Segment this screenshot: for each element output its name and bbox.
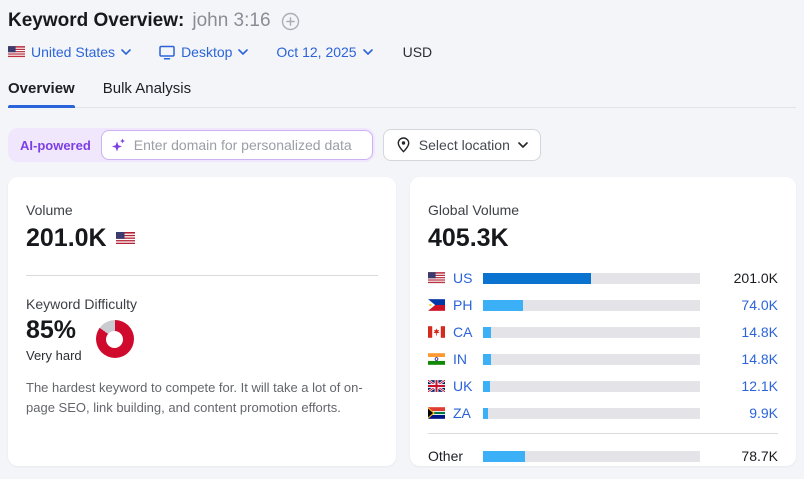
global-volume-label: Global Volume <box>428 202 520 218</box>
date-selector[interactable]: Oct 12, 2025 <box>276 44 373 60</box>
metrics-cards: Volume 201.0K Keyword Difficulty 85% Ver… <box>8 177 796 466</box>
currency-label: USD <box>402 44 433 60</box>
other-volume-value: 78.7K <box>741 448 778 464</box>
other-label: Other <box>428 448 464 464</box>
volume-bar-fill <box>483 380 490 392</box>
country-link-us[interactable]: US <box>453 270 483 286</box>
country-volume-value: 14.8K <box>741 351 778 367</box>
kd-donut-chart <box>95 320 134 358</box>
kd-donut-hole <box>106 330 124 348</box>
page-title: Keyword Overview: <box>8 10 185 31</box>
add-keyword-icon[interactable] <box>281 12 300 31</box>
country-row-za: ZA 9.9K <box>428 403 778 423</box>
ph-flag-icon <box>428 299 445 311</box>
volume-value: 201.0K <box>26 224 378 253</box>
chevron-down-icon <box>238 49 249 55</box>
volume-bar-fill <box>483 450 526 462</box>
kd-level: Very hard <box>26 348 82 363</box>
ai-powered-pill: AI-powered <box>8 128 375 162</box>
us-flag-icon <box>115 232 135 245</box>
global-volume-card: Global Volume 405.3K US 201.0K PH 74.0K … <box>410 177 796 466</box>
domain-input[interactable] <box>100 130 373 160</box>
country-selector[interactable]: United States <box>8 44 131 60</box>
volume-bar-track <box>483 272 700 284</box>
country-link-za[interactable]: ZA <box>453 405 483 421</box>
us-flag-icon <box>428 272 445 284</box>
country-volume-value: 74.0K <box>741 297 778 313</box>
select-location-label: Select location <box>418 137 510 153</box>
in-flag-icon <box>428 353 445 365</box>
global-volume-value: 405.3K <box>428 224 509 252</box>
volume-bar-fill <box>483 326 492 338</box>
country-row-ph: PH 74.0K <box>428 295 778 315</box>
volume-bar-track <box>483 407 700 419</box>
location-pin-icon <box>397 137 410 153</box>
other-divider <box>428 433 778 434</box>
desktop-icon <box>159 45 175 60</box>
country-link-ph[interactable]: PH <box>453 297 483 313</box>
volume-bar-fill <box>483 353 492 365</box>
chevron-down-icon <box>121 49 131 55</box>
chevron-down-icon <box>518 142 528 148</box>
country-selector-label: United States <box>31 44 116 60</box>
country-volume-list: US 201.0K PH 74.0K CA 14.8K IN 14.8K UK … <box>427 268 778 466</box>
sparkle-icon <box>110 137 127 154</box>
volume-card: Volume 201.0K Keyword Difficulty 85% Ver… <box>8 177 396 466</box>
volume-bar-track <box>483 450 700 462</box>
kd-description: The hardest keyword to compete for. It w… <box>26 380 363 416</box>
volume-bar-track <box>483 353 700 365</box>
chevron-down-icon <box>362 49 373 55</box>
country-link-in[interactable]: IN <box>453 351 483 367</box>
volume-number: 201.0K <box>26 224 107 252</box>
card-divider <box>26 275 378 276</box>
uk-flag-icon <box>427 379 446 393</box>
device-selector-label: Desktop <box>181 44 233 60</box>
volume-bar-track <box>483 299 700 311</box>
ca-flag-icon <box>428 326 445 338</box>
keyword-overview-page: Keyword Overview: john 3:16 United State… <box>0 0 804 466</box>
country-volume-value: 201.0K <box>733 270 778 286</box>
country-volume-value: 14.8K <box>741 324 778 340</box>
tab-bulk-analysis[interactable]: Bulk Analysis <box>103 80 191 107</box>
country-volume-value: 9.9K <box>749 405 778 421</box>
select-location-button[interactable]: Select location <box>382 129 541 161</box>
volume-bar-fill <box>483 299 523 311</box>
country-row-ca: CA 14.8K <box>428 322 778 342</box>
us-flag-icon <box>8 46 25 58</box>
country-link-uk[interactable]: UK <box>453 378 483 394</box>
volume-label: Volume <box>26 202 73 218</box>
ai-powered-badge: AI-powered <box>20 137 91 153</box>
country-row-uk: UK 12.1K <box>427 376 778 396</box>
volume-bar-fill <box>483 407 489 419</box>
device-selector[interactable]: Desktop <box>159 44 249 60</box>
volume-bar-track <box>483 380 700 392</box>
keyword-text: john 3:16 <box>192 10 271 31</box>
page-header: Keyword Overview: john 3:16 <box>8 10 796 32</box>
kd-metric: 85% Very hard <box>26 316 378 363</box>
filter-bar: United States Desktop Oct 12, 2025 USD <box>8 44 796 60</box>
country-row-us: US 201.0K <box>428 268 778 288</box>
ai-powered-bar: AI-powered Select location <box>8 128 796 162</box>
other-row: Other 78.7K <box>428 446 778 466</box>
kd-label: Keyword Difficulty <box>26 296 138 312</box>
country-link-ca[interactable]: CA <box>453 324 483 340</box>
country-volume-value: 12.1K <box>741 378 778 394</box>
country-row-in: IN 14.8K <box>428 349 778 369</box>
volume-bar-track <box>483 326 700 338</box>
date-selector-label: Oct 12, 2025 <box>276 44 357 60</box>
kd-value: 85% <box>26 316 77 344</box>
volume-bar-fill <box>483 272 591 284</box>
tab-bar: Overview Bulk Analysis <box>8 80 796 108</box>
za-flag-icon <box>428 407 445 419</box>
tab-overview[interactable]: Overview <box>8 80 75 108</box>
